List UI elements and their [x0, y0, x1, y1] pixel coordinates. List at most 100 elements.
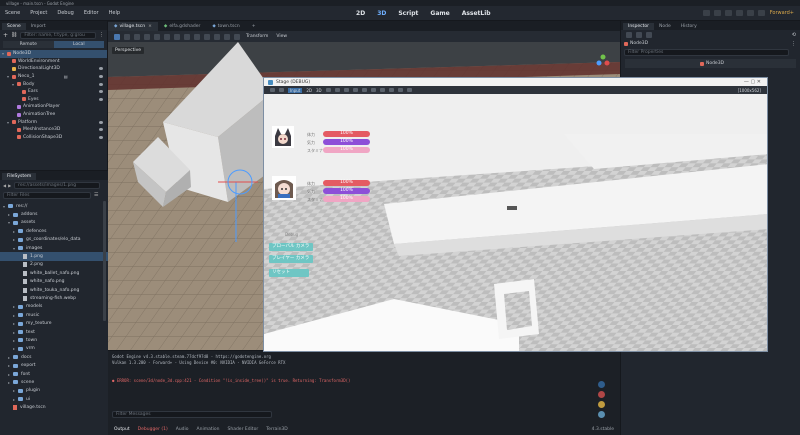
object-menu-icon[interactable]: ⋮	[791, 41, 796, 47]
tree-node-eyes[interactable]: Eyes	[0, 96, 107, 104]
file-item[interactable]: ▸ export	[0, 361, 108, 369]
file-item[interactable]: ▸ text	[0, 328, 108, 336]
file-item[interactable]: village.tscn	[0, 403, 108, 411]
tree-node-platform[interactable]: ▾ Platform	[0, 118, 107, 126]
scale-tool-icon[interactable]	[144, 33, 150, 40]
file-item[interactable]: ▸ addons	[0, 210, 108, 218]
file-item[interactable]: ▸ font	[0, 370, 108, 378]
tab-scene[interactable]: Scene	[2, 23, 26, 30]
warning-filter-icon[interactable]	[598, 401, 605, 408]
sun-icon[interactable]	[214, 33, 220, 40]
global-camera-button[interactable]: プローバル カメラ	[269, 243, 313, 251]
visibility-icon[interactable]	[325, 88, 331, 92]
2d-mode-button[interactable]: 2D	[306, 88, 312, 93]
file-item[interactable]: white_nafo.png	[0, 278, 108, 286]
tab-output[interactable]: Output	[110, 426, 134, 433]
file-item[interactable]: ▸ ui	[0, 395, 108, 403]
play-scene-icon[interactable]	[735, 10, 743, 16]
open-resource-icon[interactable]	[636, 31, 642, 38]
tab-history[interactable]: History	[675, 23, 702, 30]
file-item[interactable]: ▾ res://	[0, 202, 108, 210]
play-icon[interactable]	[702, 10, 710, 16]
tab-local[interactable]: Local	[53, 41, 104, 48]
visibility-icon[interactable]	[99, 120, 103, 124]
error-filter-icon[interactable]	[598, 391, 605, 398]
file-item[interactable]: ▸ vrm	[0, 345, 108, 353]
link-icon[interactable]: ⛓	[11, 32, 17, 38]
tab-filesystem[interactable]: FileSystem	[2, 173, 37, 180]
tab-audio[interactable]: Audio	[172, 426, 193, 433]
axis-gizmo-icon[interactable]	[596, 54, 610, 68]
file-item[interactable]: white_touka_nafo.png	[0, 286, 108, 294]
window-controls-icon[interactable]: — ▢ ✕	[744, 79, 761, 85]
player-camera-button[interactable]: プレイヤー カメラ	[269, 255, 313, 263]
files-filter-input[interactable]: Filter Files	[3, 191, 91, 199]
path-input[interactable]: res://assets/images/1.png	[14, 181, 101, 189]
file-item[interactable]: 2.png	[0, 261, 108, 269]
local-space-icon[interactable]	[194, 33, 200, 40]
file-item[interactable]: ▸ my_texture	[0, 319, 108, 327]
new-resource-icon[interactable]	[626, 31, 632, 38]
camera-icon[interactable]	[361, 88, 367, 92]
tab-terrain3d[interactable]: Terrain3D	[262, 426, 292, 433]
visibility-icon[interactable]	[99, 90, 103, 94]
rotate-tool-icon[interactable]	[134, 33, 140, 40]
override-icon[interactable]	[370, 88, 376, 92]
tree-node-directionallight[interactable]: DirectionalLight3D	[0, 65, 107, 73]
speed-icon[interactable]	[379, 88, 385, 92]
tree-node-collisionshape[interactable]: CollisionShape3D	[0, 134, 107, 142]
file-item[interactable]: ▸ docs	[0, 353, 108, 361]
tab-debugger[interactable]: Debugger (1)	[134, 426, 172, 433]
file-item[interactable]: white_ballet_nafo.png	[0, 269, 108, 277]
back-icon[interactable]: ◀	[3, 183, 6, 188]
ruler-icon[interactable]	[184, 33, 190, 40]
more-icon[interactable]	[234, 33, 240, 40]
filter-options-icon[interactable]: ⋮	[99, 32, 104, 38]
visibility-icon[interactable]	[99, 128, 103, 132]
forward-icon[interactable]: ▶	[8, 183, 11, 188]
tab-animation[interactable]: Animation	[193, 426, 224, 433]
snap-icon[interactable]	[204, 33, 210, 40]
audio-icon[interactable]	[352, 88, 358, 92]
stop-icon[interactable]	[724, 10, 732, 16]
file-item[interactable]: ▸ gs_coordinates/elo_data	[0, 236, 108, 244]
tree-node-body[interactable]: ▾ Body	[0, 80, 107, 88]
script-icon[interactable]: ▤	[64, 74, 68, 79]
file-item[interactable]: ▾ images	[0, 244, 108, 252]
embed-icon[interactable]	[388, 88, 394, 92]
options-icon[interactable]	[406, 88, 412, 92]
file-item[interactable]: streaming-fish.webp	[0, 294, 108, 302]
menu-help[interactable]: Help	[104, 10, 125, 16]
file-item[interactable]: ▸ models	[0, 303, 108, 311]
step-icon[interactable]	[279, 88, 284, 92]
select-icon[interactable]	[334, 88, 340, 92]
selectable-icon[interactable]	[154, 33, 160, 40]
menu-project[interactable]: Project	[25, 10, 52, 16]
menu-scene[interactable]: Scene	[0, 10, 25, 16]
lock-icon[interactable]	[164, 33, 170, 40]
file-item[interactable]: ▸ defences	[0, 227, 108, 235]
tab-inspector[interactable]: Inspector	[623, 23, 654, 30]
file-item[interactable]: ▸ scene	[0, 378, 108, 386]
group-icon[interactable]	[174, 33, 180, 40]
tab-town-scene[interactable]: ◆ town.tscn	[206, 22, 245, 31]
tree-node-neco1[interactable]: ▾ Neco_1 ▤	[0, 73, 107, 81]
perspective-menu[interactable]: Perspective	[112, 47, 145, 54]
tree-node-worldenvironment[interactable]: WorldEnvironment	[0, 58, 107, 66]
fullscreen-icon[interactable]	[397, 88, 403, 92]
list-icon[interactable]	[343, 88, 349, 92]
file-item[interactable]: ▸ plugin	[0, 387, 108, 395]
tab-node[interactable]: Node	[654, 23, 676, 30]
workspace-game[interactable]: Game	[424, 10, 455, 17]
play-custom-icon[interactable]	[746, 10, 754, 16]
visibility-icon[interactable]	[99, 67, 103, 71]
add-tab-button[interactable]: +	[246, 22, 262, 31]
file-item[interactable]: 1.png	[0, 252, 108, 261]
transform-menu[interactable]: Transform	[246, 34, 268, 39]
tab-elfa-shader[interactable]: ◆ elfa.gdshader	[158, 22, 206, 31]
add-node-icon[interactable]: +	[3, 32, 8, 39]
select-tool-icon[interactable]	[114, 33, 120, 40]
file-item[interactable]: ▾ assets	[0, 219, 108, 227]
tab-remote[interactable]: Remote	[3, 41, 54, 48]
output-filter-input[interactable]: Filter Messages	[112, 411, 272, 418]
